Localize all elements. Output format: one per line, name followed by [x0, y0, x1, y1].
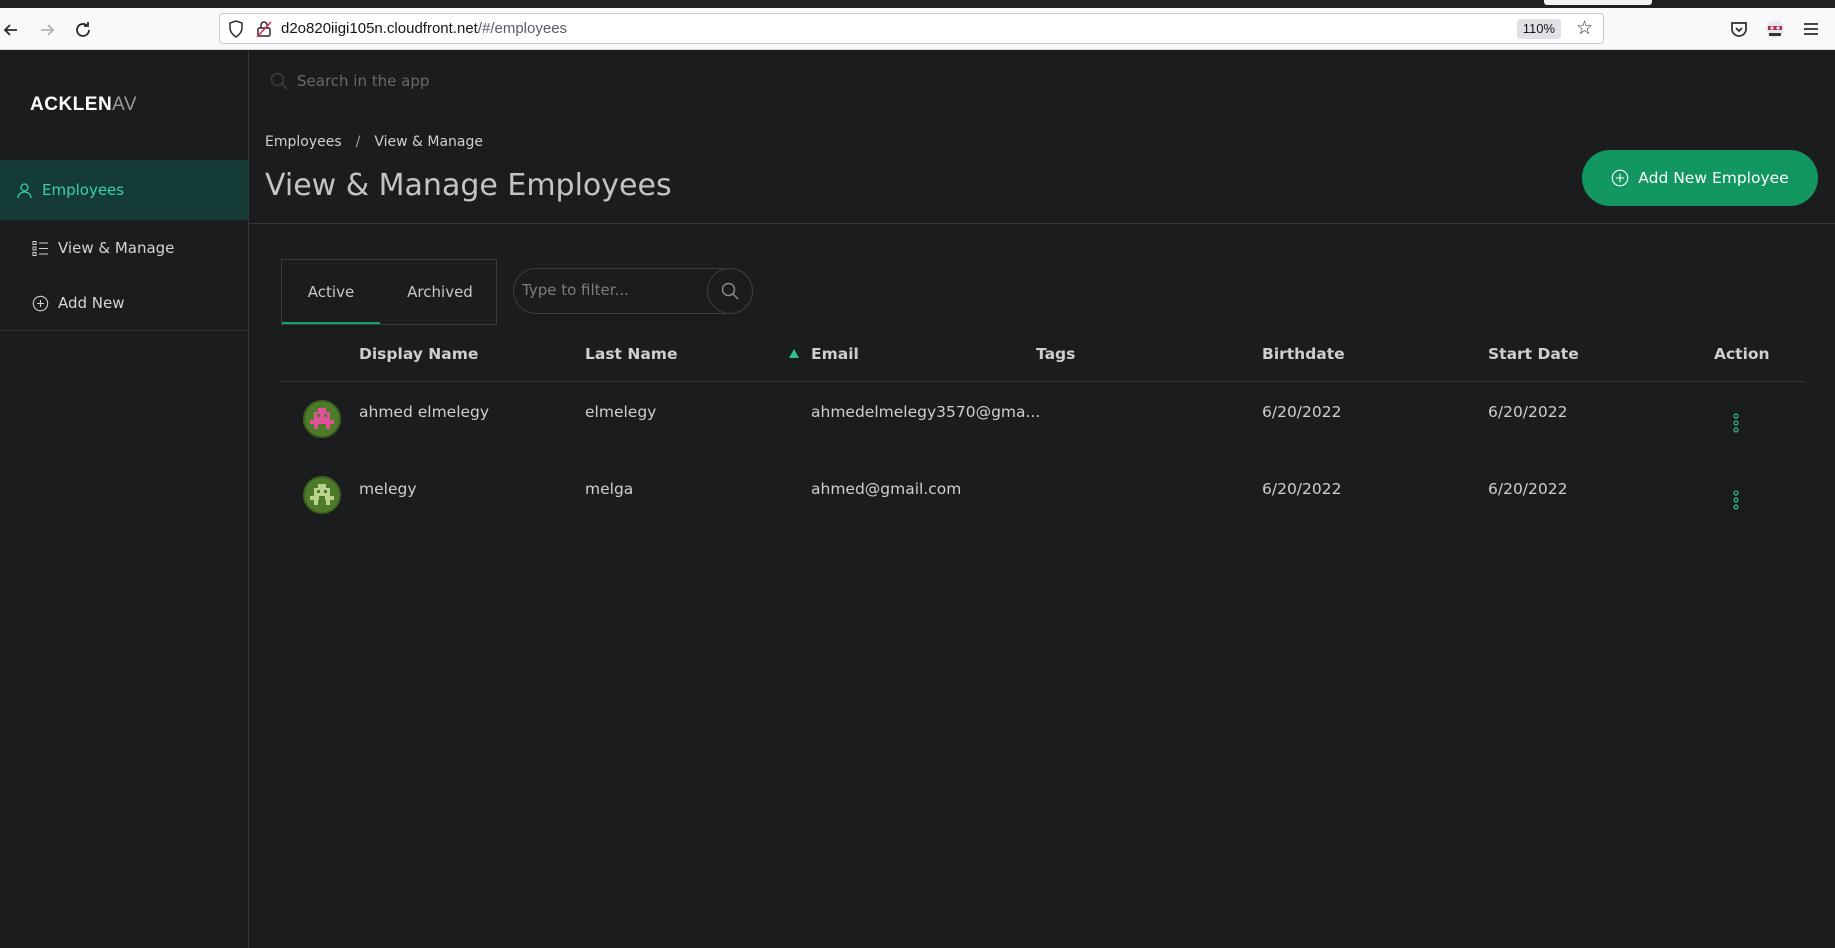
search-icon: [721, 282, 739, 300]
column-header-start-date[interactable]: Start Date: [1488, 345, 1579, 363]
sidebar-divider: [0, 330, 248, 331]
cell-email: ahmedelmelegy3570@gma...: [811, 403, 1041, 421]
shield-icon[interactable]: [228, 20, 244, 38]
add-circle-icon: [32, 295, 49, 311]
sidebar: ACKLENAV Employees View & Manage Add New: [0, 50, 249, 948]
cell-birthdate: 6/20/2022: [1262, 480, 1342, 498]
lock-insecure-icon[interactable]: [256, 20, 272, 38]
app-search: [270, 72, 597, 90]
add-new-employee-label: Add New Employee: [1638, 169, 1789, 187]
hamburger-menu-icon[interactable]: [1800, 18, 1822, 40]
list-icon: [32, 240, 48, 256]
column-header-birthdate[interactable]: Birthdate: [1262, 345, 1345, 363]
browser-tab-strip: [0, 0, 1835, 8]
url-path: /#/employees: [477, 20, 568, 37]
avatar: [303, 476, 341, 514]
browser-toolbar: d2o820iigi105n.cloudfront.net/#/employee…: [0, 8, 1835, 50]
url-text: d2o820iigi105n.cloudfront.net/#/employee…: [281, 20, 567, 37]
breadcrumb-current: View & Manage: [374, 134, 484, 150]
row-actions-kebab-icon[interactable]: [1729, 413, 1743, 433]
header-divider: [249, 223, 1835, 224]
pocket-icon[interactable]: [1728, 18, 1750, 40]
add-new-employee-button[interactable]: Add New Employee: [1582, 150, 1818, 206]
search-icon: [270, 72, 288, 90]
cell-email: ahmed@gmail.com: [811, 480, 962, 498]
row-actions-kebab-icon[interactable]: [1729, 490, 1743, 510]
breadcrumb-separator: /: [355, 134, 361, 150]
user-icon: [17, 182, 32, 198]
sort-ascending-icon[interactable]: [789, 349, 799, 358]
table-row[interactable]: melegy melga ahmed@gmail.com 6/20/2022 6…: [281, 462, 1805, 539]
cell-start-date: 6/20/2022: [1488, 403, 1568, 421]
address-bar[interactable]: d2o820iigi105n.cloudfront.net/#/employee…: [219, 13, 1604, 44]
cell-start-date: 6/20/2022: [1488, 480, 1568, 498]
cell-display-name: melegy: [359, 480, 417, 498]
column-header-last-name[interactable]: Last Name: [585, 345, 677, 363]
sidebar-item-label: Add New: [58, 294, 125, 312]
tab-archived[interactable]: Archived: [390, 260, 490, 324]
sidebar-item-employees[interactable]: Employees: [0, 160, 248, 220]
sidebar-item-view-manage[interactable]: View & Manage: [32, 239, 174, 257]
table-row[interactable]: ahmed elmelegy elmelegy ahmedelmelegy357…: [281, 385, 1805, 462]
column-header-email[interactable]: Email: [811, 345, 859, 363]
tab-active[interactable]: Active: [282, 260, 380, 324]
filter-box: [513, 268, 753, 314]
column-header-tags[interactable]: Tags: [1036, 345, 1075, 363]
logo-text: ACKLEN: [30, 94, 113, 115]
back-arrow-icon[interactable]: [0, 19, 22, 41]
cell-display-name: ahmed elmelegy: [359, 403, 490, 421]
filter-search-button[interactable]: [707, 268, 753, 314]
zoom-level-badge[interactable]: 110%: [1516, 19, 1561, 39]
add-circle-icon: [1611, 169, 1629, 187]
forward-arrow-icon[interactable]: [36, 19, 58, 41]
reload-icon[interactable]: [72, 19, 94, 41]
column-header-display-name[interactable]: Display Name: [359, 345, 478, 363]
table-header-divider: [281, 381, 1805, 382]
app-search-input[interactable]: [297, 72, 597, 90]
avatar: [303, 400, 341, 438]
url-host: d2o820iigi105n.cloudfront.net: [281, 20, 478, 37]
cell-birthdate: 6/20/2022: [1262, 403, 1342, 421]
breadcrumb: Employees / View & Manage: [265, 134, 483, 150]
app-logo[interactable]: ACKLENAV: [30, 94, 137, 116]
cell-last-name: melga: [585, 480, 634, 498]
filter-input[interactable]: [522, 281, 712, 299]
sidebar-item-add-new[interactable]: Add New: [32, 294, 125, 312]
breadcrumb-link-employees[interactable]: Employees: [265, 134, 342, 150]
status-tabs: Active Archived: [281, 259, 497, 325]
profile-avatar-icon[interactable]: [1764, 18, 1786, 40]
logo-text-faded: AV: [112, 94, 138, 115]
column-header-action: Action: [1714, 345, 1770, 363]
browser-tab[interactable]: [1544, 0, 1652, 5]
sidebar-item-label: Employees: [42, 181, 125, 199]
cell-last-name: elmelegy: [585, 403, 657, 421]
sidebar-item-label: View & Manage: [58, 239, 175, 257]
bookmark-star-icon[interactable]: ☆: [1576, 17, 1593, 39]
page-title: View & Manage Employees: [265, 168, 672, 203]
